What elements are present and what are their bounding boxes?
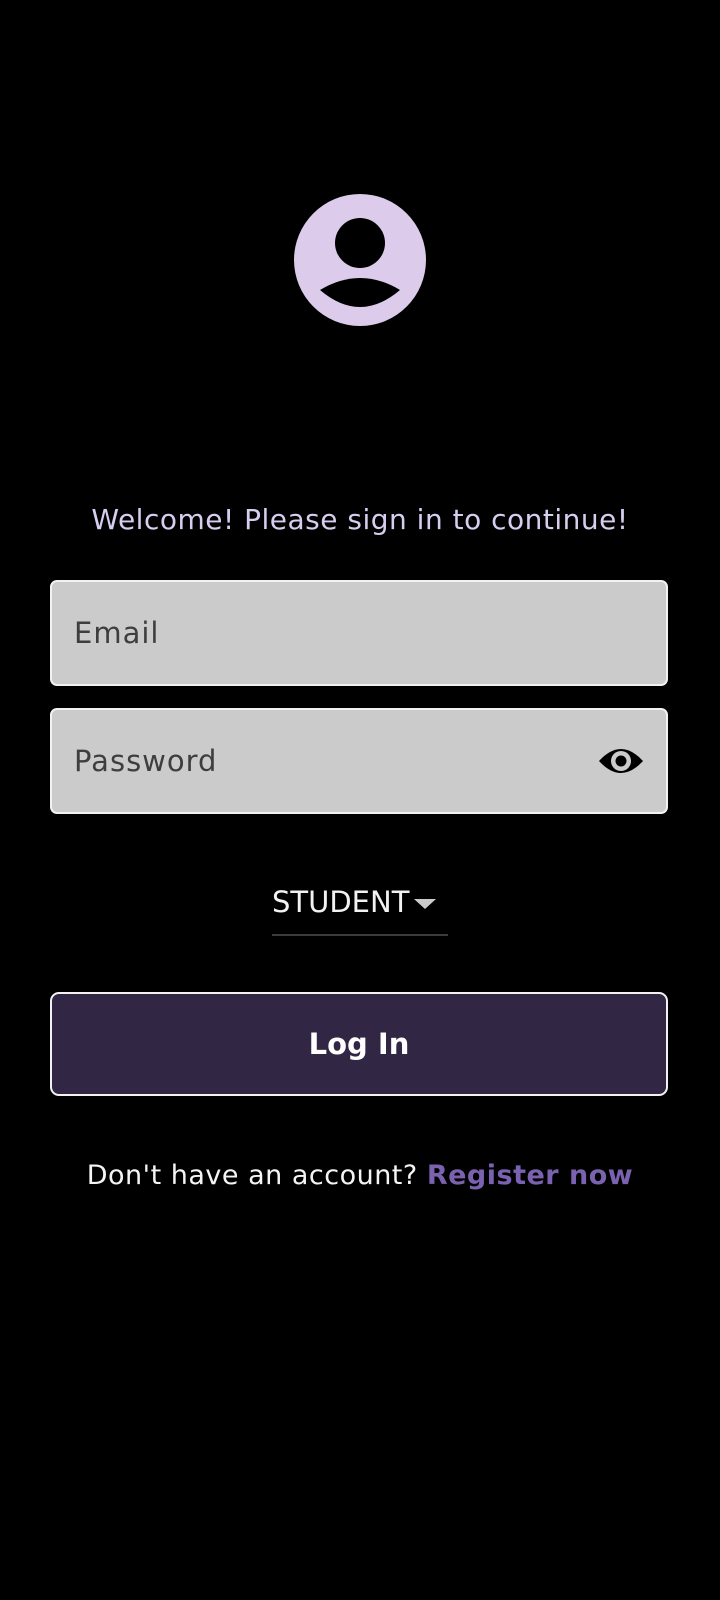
avatar-icon	[294, 194, 426, 326]
email-input[interactable]	[74, 582, 594, 684]
register-prompt: Don't have an account? Register now	[0, 1158, 720, 1194]
password-field[interactable]	[50, 708, 668, 814]
role-dropdown[interactable]: STUDENT	[272, 880, 448, 936]
password-input[interactable]	[74, 710, 594, 812]
caret-down-icon	[414, 899, 436, 909]
email-field[interactable]	[50, 580, 668, 686]
role-selected-value: STUDENT	[272, 885, 410, 919]
welcome-message: Welcome! Please sign in to continue!	[91, 503, 629, 536]
eye-icon[interactable]	[598, 741, 644, 781]
register-prompt-text: Don't have an account?	[86, 1160, 418, 1191]
register-link[interactable]: Register now	[427, 1160, 633, 1191]
login-button[interactable]: Log In	[50, 992, 668, 1096]
account-circle-icon	[294, 194, 426, 326]
